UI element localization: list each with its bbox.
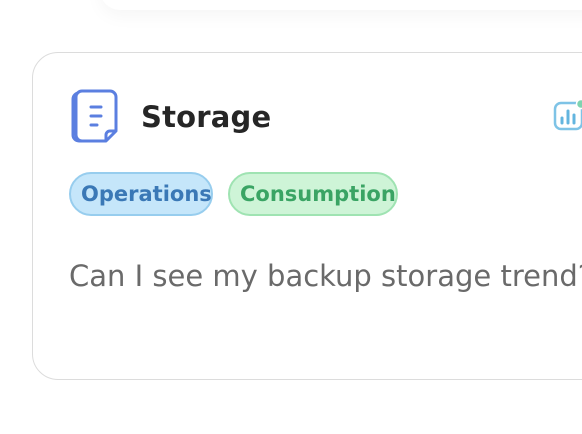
tag-consumption[interactable]: Consumption <box>228 172 398 216</box>
chart-insight-icon[interactable] <box>553 98 582 133</box>
card-question: Can I see my backup storage trend? <box>69 259 582 293</box>
tag-operations[interactable]: Operations <box>69 172 213 216</box>
top-card-edge <box>100 0 582 10</box>
document-icon <box>70 89 120 145</box>
card-title: Storage <box>141 100 272 134</box>
page: Storage Operations Consumption Can I see… <box>0 0 582 434</box>
